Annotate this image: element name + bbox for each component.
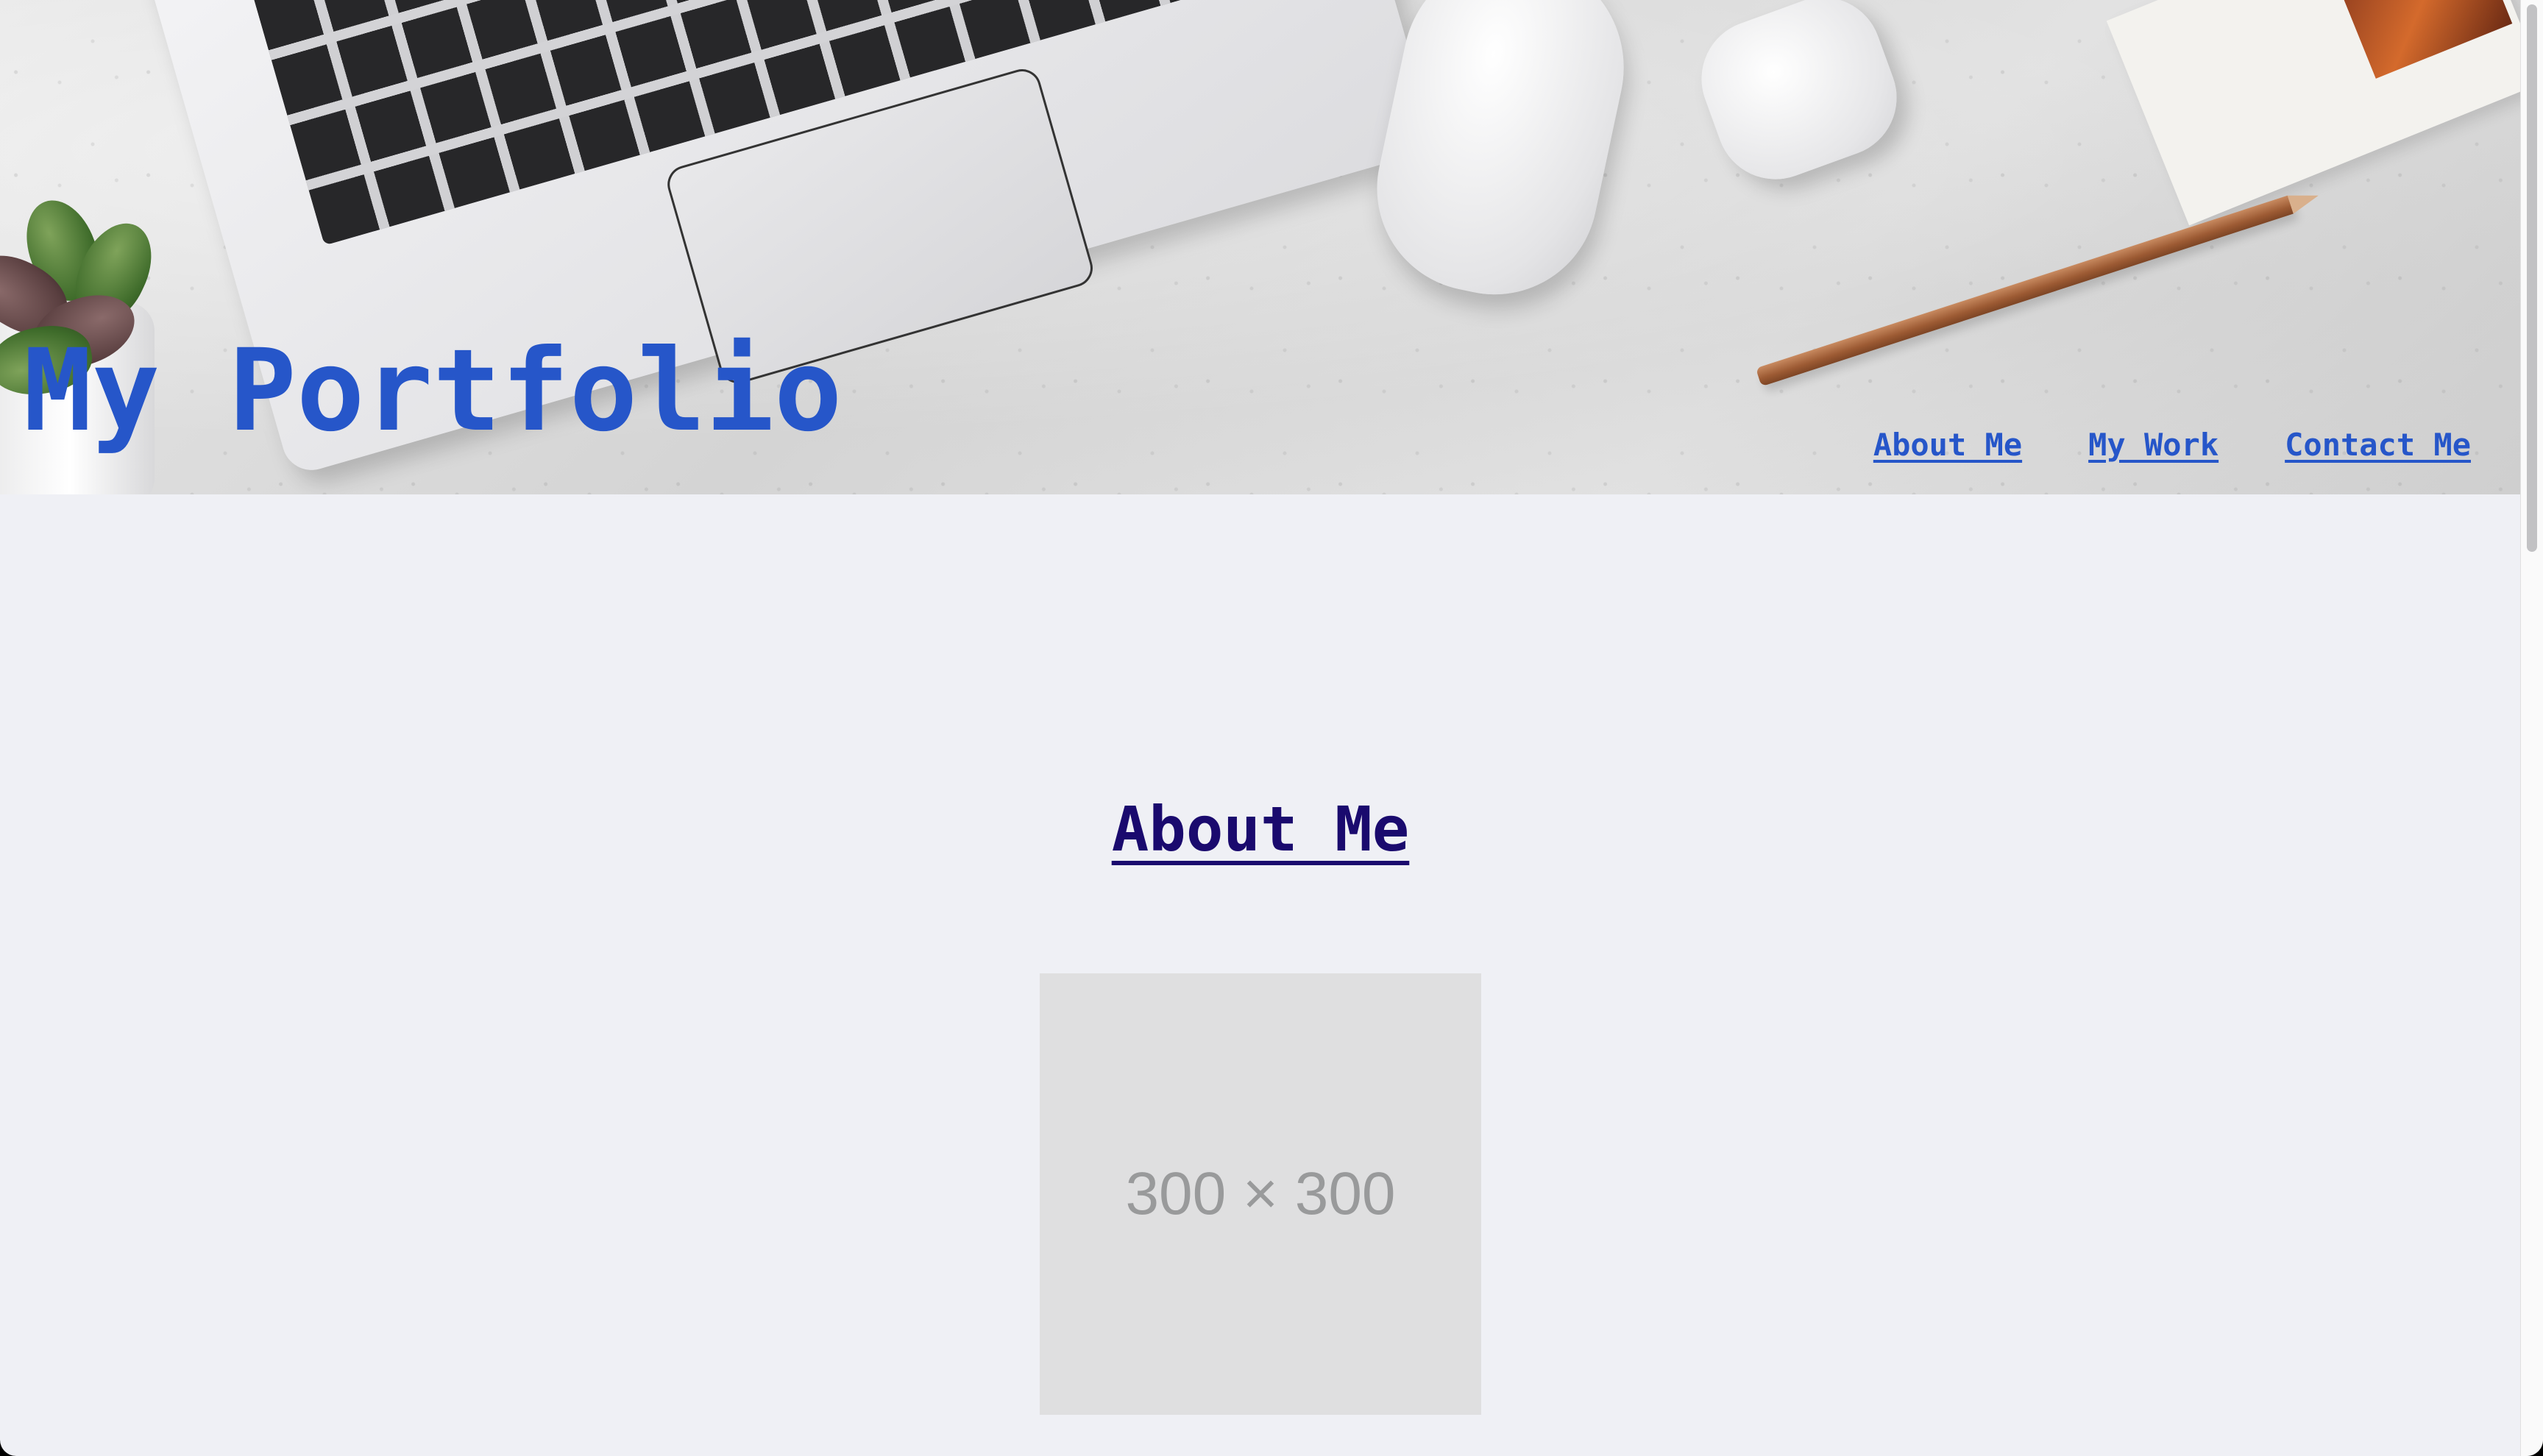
nav-link-contact-me[interactable]: Contact Me — [2285, 427, 2471, 463]
profile-image-placeholder: 300 × 300 — [1040, 973, 1481, 1415]
nav-link-about-me[interactable]: About Me — [1873, 427, 2022, 463]
about-me-heading-link[interactable]: About Me — [1112, 793, 1410, 865]
newspaper-photo — [2334, 0, 2513, 79]
scrollbar-thumb[interactable] — [2527, 4, 2537, 552]
placeholder-size-label: 300 × 300 — [1125, 1160, 1396, 1227]
vertical-scrollbar[interactable] — [2520, 0, 2543, 1456]
nav-link-my-work[interactable]: My Work — [2088, 427, 2219, 463]
browser-viewport: My Portfolio About Me My Work Contact Me… — [0, 0, 2543, 1456]
hero-header: My Portfolio About Me My Work Contact Me — [0, 0, 2521, 494]
site-title: My Portfolio — [24, 325, 843, 457]
about-me-heading: About Me — [0, 798, 2521, 860]
main-nav: About Me My Work Contact Me — [1873, 427, 2471, 463]
